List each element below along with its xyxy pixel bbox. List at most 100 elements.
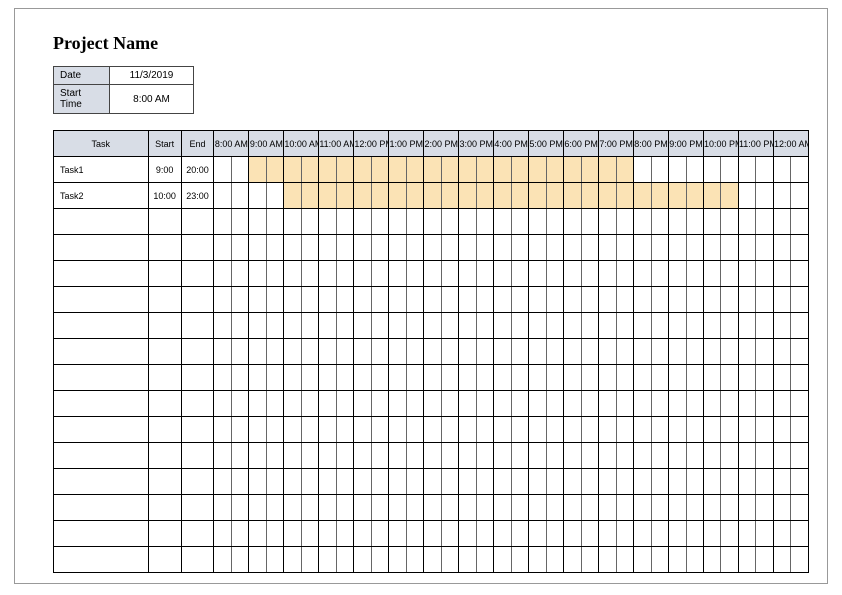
cell-hour[interactable]	[389, 469, 424, 495]
cell-hour[interactable]	[214, 235, 249, 261]
cell-hour[interactable]	[773, 365, 808, 391]
cell-hour[interactable]	[319, 261, 354, 287]
cell-hour[interactable]	[284, 313, 319, 339]
cell-hour[interactable]	[634, 339, 669, 365]
cell-hour[interactable]	[599, 391, 634, 417]
cell-hour[interactable]	[249, 391, 284, 417]
cell-hour[interactable]	[738, 391, 773, 417]
cell-start[interactable]	[148, 521, 181, 547]
cell-hour[interactable]	[529, 521, 564, 547]
cell-hour[interactable]	[249, 157, 284, 183]
cell-hour[interactable]	[494, 443, 529, 469]
cell-hour[interactable]	[389, 313, 424, 339]
cell-hour[interactable]	[354, 313, 389, 339]
cell-task[interactable]	[54, 339, 149, 365]
cell-hour[interactable]	[494, 235, 529, 261]
cell-hour[interactable]	[704, 287, 739, 313]
cell-hour[interactable]	[773, 183, 808, 209]
cell-hour[interactable]	[669, 183, 704, 209]
cell-hour[interactable]	[214, 157, 249, 183]
cell-task[interactable]	[54, 521, 149, 547]
cell-start[interactable]: 9:00	[148, 157, 181, 183]
cell-hour[interactable]	[773, 313, 808, 339]
cell-hour[interactable]	[564, 417, 599, 443]
cell-hour[interactable]	[599, 157, 634, 183]
cell-task[interactable]	[54, 547, 149, 573]
cell-hour[interactable]	[704, 339, 739, 365]
meta-date-value[interactable]: 11/3/2019	[110, 67, 194, 85]
cell-hour[interactable]	[214, 469, 249, 495]
cell-hour[interactable]	[738, 209, 773, 235]
cell-hour[interactable]	[773, 469, 808, 495]
cell-hour[interactable]	[354, 443, 389, 469]
cell-hour[interactable]	[599, 209, 634, 235]
cell-hour[interactable]	[319, 469, 354, 495]
cell-hour[interactable]	[599, 287, 634, 313]
cell-hour[interactable]	[319, 235, 354, 261]
cell-end[interactable]	[181, 235, 214, 261]
cell-hour[interactable]	[773, 261, 808, 287]
cell-hour[interactable]	[459, 287, 494, 313]
cell-task[interactable]	[54, 417, 149, 443]
cell-hour[interactable]	[669, 209, 704, 235]
cell-hour[interactable]	[669, 313, 704, 339]
cell-hour[interactable]	[389, 547, 424, 573]
cell-hour[interactable]	[704, 469, 739, 495]
cell-hour[interactable]	[494, 157, 529, 183]
cell-hour[interactable]	[319, 547, 354, 573]
cell-hour[interactable]	[738, 183, 773, 209]
cell-hour[interactable]	[634, 391, 669, 417]
cell-hour[interactable]	[459, 339, 494, 365]
cell-hour[interactable]	[704, 443, 739, 469]
cell-hour[interactable]	[704, 547, 739, 573]
cell-start[interactable]	[148, 313, 181, 339]
cell-hour[interactable]	[319, 365, 354, 391]
cell-hour[interactable]	[564, 391, 599, 417]
cell-task[interactable]	[54, 443, 149, 469]
cell-hour[interactable]	[599, 521, 634, 547]
cell-hour[interactable]	[669, 365, 704, 391]
cell-task[interactable]	[54, 209, 149, 235]
cell-hour[interactable]	[599, 339, 634, 365]
cell-hour[interactable]	[424, 443, 459, 469]
cell-hour[interactable]	[634, 209, 669, 235]
cell-hour[interactable]	[773, 391, 808, 417]
cell-hour[interactable]	[459, 469, 494, 495]
cell-hour[interactable]	[249, 313, 284, 339]
cell-hour[interactable]	[459, 391, 494, 417]
cell-hour[interactable]	[424, 495, 459, 521]
cell-hour[interactable]	[529, 391, 564, 417]
cell-hour[interactable]	[599, 261, 634, 287]
cell-hour[interactable]	[459, 547, 494, 573]
cell-hour[interactable]	[494, 417, 529, 443]
cell-start[interactable]	[148, 261, 181, 287]
cell-hour[interactable]	[773, 547, 808, 573]
cell-hour[interactable]	[564, 209, 599, 235]
cell-hour[interactable]	[284, 521, 319, 547]
cell-hour[interactable]	[529, 209, 564, 235]
cell-hour[interactable]	[214, 547, 249, 573]
cell-hour[interactable]	[704, 313, 739, 339]
cell-end[interactable]	[181, 365, 214, 391]
cell-hour[interactable]	[424, 391, 459, 417]
cell-hour[interactable]	[389, 391, 424, 417]
cell-hour[interactable]	[738, 157, 773, 183]
cell-hour[interactable]	[424, 339, 459, 365]
cell-hour[interactable]	[494, 365, 529, 391]
cell-hour[interactable]	[354, 235, 389, 261]
cell-hour[interactable]	[354, 391, 389, 417]
cell-hour[interactable]	[284, 547, 319, 573]
cell-hour[interactable]	[738, 313, 773, 339]
cell-hour[interactable]	[599, 495, 634, 521]
cell-hour[interactable]	[529, 339, 564, 365]
cell-hour[interactable]	[284, 183, 319, 209]
cell-hour[interactable]	[494, 183, 529, 209]
cell-hour[interactable]	[529, 287, 564, 313]
cell-hour[interactable]	[704, 235, 739, 261]
cell-task[interactable]	[54, 391, 149, 417]
cell-hour[interactable]	[389, 521, 424, 547]
cell-start[interactable]	[148, 495, 181, 521]
cell-hour[interactable]	[214, 417, 249, 443]
cell-hour[interactable]	[634, 443, 669, 469]
cell-hour[interactable]	[564, 313, 599, 339]
